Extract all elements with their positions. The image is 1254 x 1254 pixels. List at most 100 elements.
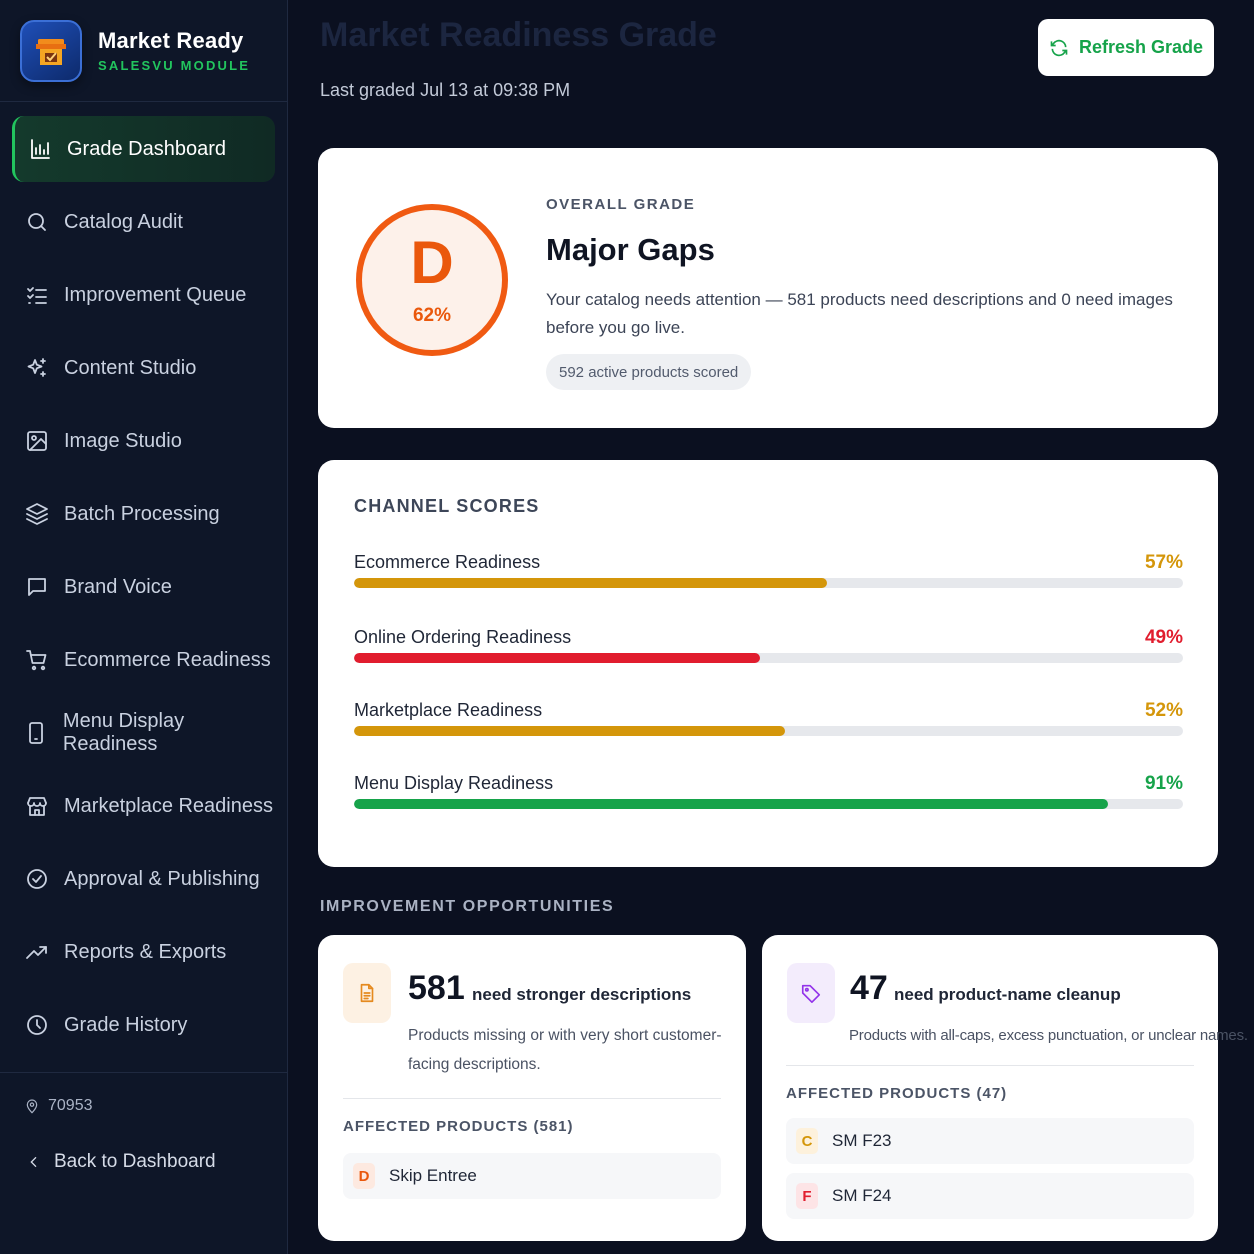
opportunity-title: need product-name cleanup <box>894 985 1121 1004</box>
sidebar-item-improvement-queue[interactable]: Improvement Queue <box>12 262 275 328</box>
divider <box>786 1065 1194 1066</box>
brand-header: Market Ready SALESVU MODULE <box>0 0 287 102</box>
grade-title: Major Gaps <box>546 232 715 267</box>
product-name: SM F24 <box>832 1186 892 1205</box>
checklist-icon <box>24 282 50 308</box>
sidebar-item-grade-history[interactable]: Grade History <box>12 992 275 1058</box>
channel-name: Online Ordering Readiness <box>354 627 572 647</box>
channel-score-value: 57% <box>1144 552 1183 573</box>
channel-progress-fill <box>354 578 827 588</box>
products-scored-chip: 592 active products scored <box>546 354 752 390</box>
sidebar-item-brand-voice[interactable]: Brand Voice <box>12 554 275 620</box>
store-location: 70953 <box>0 1073 287 1115</box>
storefront-logo-icon <box>20 19 82 82</box>
opportunity-count: 581 <box>408 969 465 1007</box>
channel-name: Menu Display Readiness <box>354 773 554 793</box>
shopping-cart-icon <box>24 647 50 673</box>
back-label: Back to Dashboard <box>54 1151 216 1172</box>
sidebar-item-label: Approval & Publishing <box>64 867 260 890</box>
sidebar-footer: 70953 Back to Dashboard <box>0 1072 287 1254</box>
tablet-icon <box>24 720 49 746</box>
sidebar-item-catalog-audit[interactable]: Catalog Audit <box>12 189 275 255</box>
refresh-icon <box>1050 39 1068 56</box>
channel-progress-fill <box>354 653 761 663</box>
channel-progress-track <box>354 578 1183 588</box>
channel-score-value: 91% <box>1144 773 1183 794</box>
affected-product-row[interactable]: F SM F24 <box>786 1173 1194 1219</box>
sidebar-item-label: Menu Display Readiness <box>62 710 185 755</box>
page-title: Market Readiness Grade <box>320 16 717 54</box>
sidebar-item-reports-exports[interactable]: Reports & Exports <box>12 919 275 985</box>
grade-ring: D 62% <box>356 188 508 372</box>
refresh-label: Refresh Grade <box>1078 37 1204 57</box>
check-circle-icon <box>24 866 50 892</box>
sidebar-item-label: Content Studio <box>64 356 197 379</box>
overall-grade-label: OVERALL GRADE <box>546 196 696 213</box>
opportunity-count: 47 <box>850 969 888 1007</box>
image-icon <box>24 428 50 454</box>
sidebar-item-ecommerce-readiness[interactable]: Ecommerce Readiness <box>12 627 275 693</box>
sidebar-item-label: Brand Voice <box>64 575 172 598</box>
affected-products-label: AFFECTED PRODUCTS (581) <box>343 1118 574 1135</box>
product-name: Skip Entree <box>389 1166 477 1185</box>
sidebar-item-label: Improvement Queue <box>64 283 247 306</box>
storefront-icon <box>24 793 50 819</box>
last-graded-text: Last graded Jul 13 at 09:38 PM <box>320 80 571 100</box>
opportunity-description: Products missing or with very short cust… <box>408 1027 722 1073</box>
sidebar-item-grade-dashboard[interactable]: Grade Dashboard <box>12 116 275 182</box>
sidebar-item-label: Marketplace Readiness <box>64 794 273 817</box>
app-subtitle: SALESVU MODULE <box>98 58 251 73</box>
document-icon <box>343 963 391 1023</box>
sidebar-item-batch-processing[interactable]: Batch Processing <box>12 481 275 547</box>
bar-chart-icon <box>27 136 53 162</box>
map-pin-icon <box>26 1099 38 1114</box>
sidebar-item-image-studio[interactable]: Image Studio <box>12 408 275 474</box>
sidebar-item-menu-display-readiness[interactable]: Menu Display Readiness <box>12 700 275 766</box>
affected-products-label: AFFECTED PRODUCTS (47) <box>786 1085 1008 1102</box>
refresh-grade-button[interactable]: Refresh Grade <box>1038 19 1214 76</box>
grade-description: Your catalog needs attention — 581 produ… <box>546 290 1173 337</box>
store-id-text: 70953 <box>48 1097 93 1114</box>
sidebar-item-label: Ecommerce Readiness <box>64 648 271 671</box>
sidebar-item-marketplace-readiness[interactable]: Marketplace Readiness <box>12 773 275 839</box>
improvement-opportunities-heading: IMPROVEMENT OPPORTUNITIES <box>320 898 615 915</box>
sidebar-nav: Grade Dashboard Catalog Audit Improvemen… <box>0 102 287 1058</box>
channel-progress-fill <box>354 799 1109 809</box>
message-square-icon <box>24 574 50 600</box>
sidebar-item-label: Catalog Audit <box>64 210 183 233</box>
overall-grade-card: D 62% OVERALL GRADE Major Gaps Your cata… <box>318 148 1218 428</box>
channel-progress-track <box>354 653 1183 663</box>
grade-percent: 62% <box>412 305 452 326</box>
channel-score-value: 49% <box>1144 627 1183 648</box>
sparkles-icon <box>24 355 50 381</box>
grade-letter: D <box>410 229 454 296</box>
affected-product-row[interactable]: C SM F23 <box>786 1118 1194 1164</box>
layers-icon <box>24 501 50 527</box>
product-name: SM F23 <box>832 1131 892 1150</box>
sidebar: Market Ready SALESVU MODULE Grade Dashbo… <box>0 0 288 1254</box>
product-grade-badge: D <box>353 1163 375 1189</box>
chevron-left-icon <box>30 1156 37 1168</box>
opportunity-title: need stronger descriptions <box>472 985 692 1004</box>
app-title: Market Ready <box>98 28 244 53</box>
trending-up-icon <box>24 939 50 965</box>
opportunity-card-name-cleanup: 47 need product-name cleanup Products wi… <box>762 935 1248 1241</box>
grade-circle: D 62% <box>356 204 508 356</box>
opportunity-description: Products with all-caps, excess punctuati… <box>849 1027 1248 1044</box>
sidebar-item-label: Grade Dashboard <box>67 137 226 160</box>
product-grade-badge: F <box>796 1183 818 1209</box>
sidebar-item-approval-publishing[interactable]: Approval & Publishing <box>12 846 275 912</box>
search-icon <box>24 209 50 235</box>
product-grade-badge: C <box>796 1128 818 1154</box>
channel-name: Marketplace Readiness <box>354 700 543 720</box>
divider <box>343 1098 721 1099</box>
sidebar-item-content-studio[interactable]: Content Studio <box>12 335 275 401</box>
channel-progress-fill <box>354 726 786 736</box>
sidebar-item-label: Grade History <box>64 1013 188 1036</box>
sidebar-item-label: Image Studio <box>64 429 182 452</box>
back-to-dashboard-link[interactable]: Back to Dashboard <box>0 1115 287 1173</box>
clock-icon <box>24 1012 50 1038</box>
channel-scores-card: CHANNEL SCORES Ecommerce Readiness 57% O… <box>318 460 1218 867</box>
channel-name: Ecommerce Readiness <box>354 552 541 572</box>
affected-product-row[interactable]: D Skip Entree <box>343 1153 721 1199</box>
